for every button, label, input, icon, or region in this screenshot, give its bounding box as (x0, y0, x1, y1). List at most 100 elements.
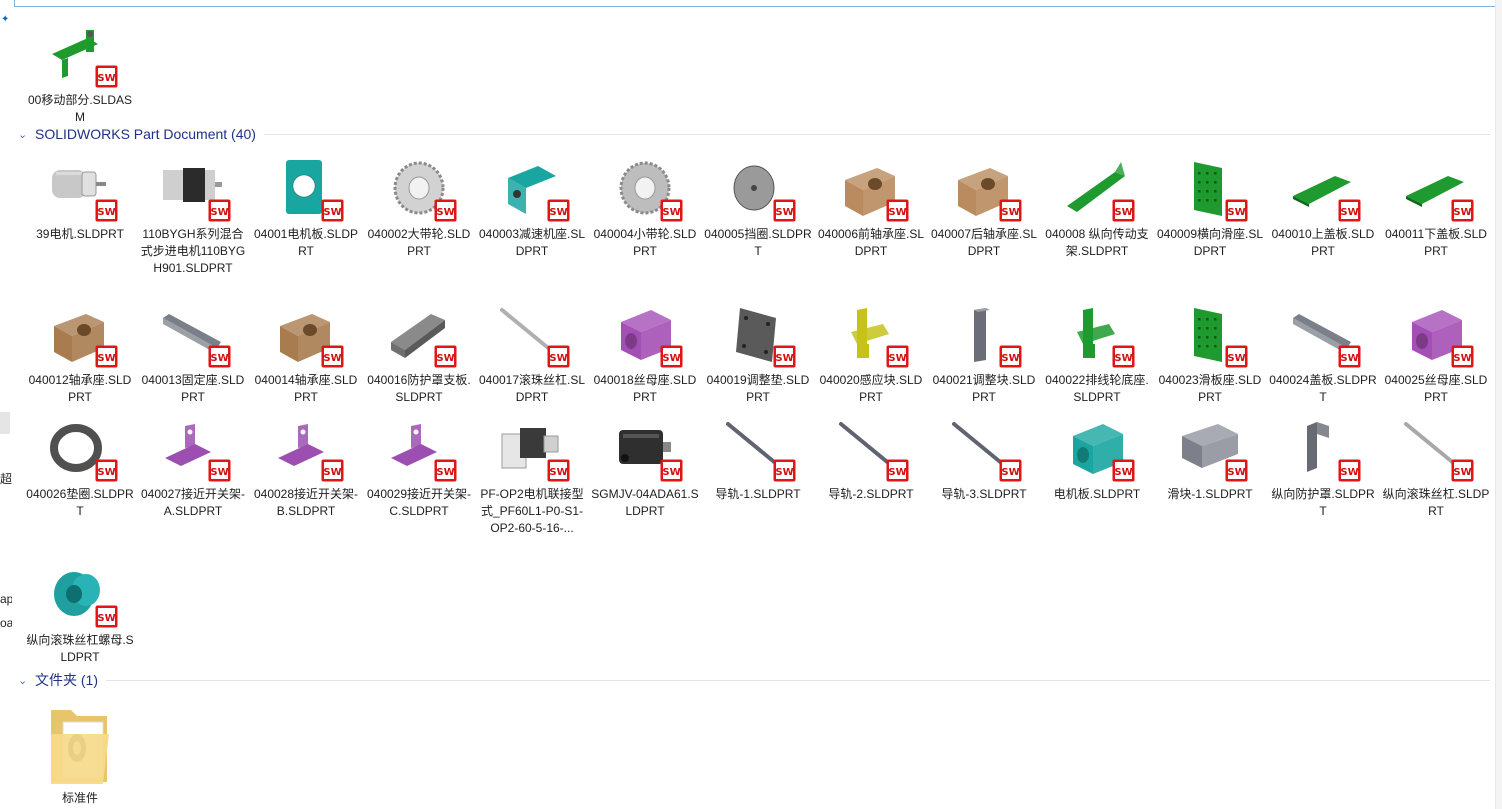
file-item-assembly[interactable]: SW 00移动部分.SLDASM (24, 22, 136, 126)
file-item[interactable]: SW 040018丝母座.SLDPRT (589, 302, 701, 406)
nav-item-fragment[interactable]: ap (0, 592, 12, 606)
divider (106, 679, 1490, 681)
file-item[interactable]: SW 040021调整块.SLDPRT (928, 302, 1040, 406)
solidworks-file-icon: SW (660, 199, 683, 222)
vertical-scrollbar[interactable] (1495, 0, 1502, 809)
chevron-down-icon[interactable]: ⌄ (18, 128, 32, 141)
file-name: PF-OP2电机联接型式_PF60L1-P0-S1-OP2-60-5-16-..… (480, 487, 584, 535)
solidworks-file-icon: SW (999, 199, 1022, 222)
file-item[interactable]: SW 040022排线轮底座.SLDPRT (1041, 302, 1153, 406)
solidworks-file-icon: SW (321, 199, 344, 222)
file-item[interactable]: SW 导轨-2.SLDPRT (815, 416, 927, 503)
file-name: 040006前轴承座.SLDPRT (817, 227, 925, 258)
file-name: 040026垫圈.SLDPRT (26, 487, 134, 518)
file-item[interactable]: SW 滑块-1.SLDPRT (1154, 416, 1266, 503)
file-item[interactable]: SW 110BYGH系列混合式步进电机110BYGH901.SLDPRT (137, 156, 249, 277)
file-item[interactable]: SW 040007后轴承座.SLDPRT (928, 156, 1040, 260)
svg-text:SW: SW (1453, 207, 1471, 218)
file-item[interactable]: SW 纵向滚珠丝杠.SLDPRT (1380, 416, 1492, 520)
svg-text:SW: SW (97, 353, 115, 364)
file-thumbnail: SW (371, 416, 467, 482)
file-item[interactable]: SW 040025丝母座.SLDPRT (1380, 302, 1492, 406)
file-item[interactable]: SW 040008 纵向传动支架.SLDPRT (1041, 156, 1153, 260)
svg-text:SW: SW (323, 467, 341, 478)
file-item[interactable]: SW 040028接近开关架-B.SLDPRT (250, 416, 362, 520)
svg-text:SW: SW (436, 467, 454, 478)
file-item[interactable]: SW 040013固定座.SLDPRT (137, 302, 249, 406)
file-item[interactable]: SW 040011下盖板.SLDPRT (1380, 156, 1492, 260)
file-item[interactable]: SW SGMJV-04ADA61.SLDPRT (589, 416, 701, 520)
solidworks-file-icon: SW (1112, 459, 1135, 482)
svg-text:SW: SW (888, 467, 906, 478)
solidworks-file-icon: SW (999, 459, 1022, 482)
file-thumbnail: SW (936, 302, 1032, 368)
group-header[interactable]: ⌄ SOLIDWORKS Part Document (40) (18, 124, 1490, 144)
navigation-pane[interactable]: ✦ 超 ap oa (0, 0, 12, 809)
solidworks-file-icon: SW (886, 199, 909, 222)
file-item[interactable]: SW 39电机.SLDPRT (24, 156, 136, 243)
folder-icon (51, 710, 109, 784)
file-thumbnail: SW (145, 416, 241, 482)
file-name: 040016防护罩支板.SLDPRT (367, 373, 471, 404)
file-name: 导轨-2.SLDPRT (828, 487, 914, 501)
file-item[interactable]: SW 040029接近开关架-C.SLDPRT (363, 416, 475, 520)
file-item[interactable]: SW 040026垫圈.SLDPRT (24, 416, 136, 520)
svg-text:SW: SW (775, 353, 793, 364)
file-thumbnail: SW (1049, 156, 1145, 222)
file-item[interactable]: SW 04001电机板.SLDPRT (250, 156, 362, 260)
file-item[interactable]: SW 040019调整垫.SLDPRT (702, 302, 814, 406)
svg-text:SW: SW (1114, 467, 1132, 478)
file-item[interactable]: SW 040024盖板.SLDPRT (1267, 302, 1379, 406)
solidworks-file-icon: SW (208, 459, 231, 482)
svg-text:SW: SW (1001, 353, 1019, 364)
file-item[interactable]: SW 040006前轴承座.SLDPRT (815, 156, 927, 260)
file-name: 040029接近开关架-C.SLDPRT (366, 487, 472, 518)
file-item[interactable]: SW 040002大带轮.SLDPRT (363, 156, 475, 260)
file-thumbnail: SW (484, 302, 580, 368)
svg-text:SW: SW (97, 613, 115, 624)
file-item[interactable]: SW 040004小带轮.SLDPRT (589, 156, 701, 260)
file-item[interactable]: SW 040009横向滑座.SLDPRT (1154, 156, 1266, 260)
file-item[interactable]: SW 纵向滚珠丝杠螺母.SLDPRT (24, 562, 136, 666)
file-item[interactable]: SW 040017滚珠丝杠.SLDPRT (476, 302, 588, 406)
file-name: 040011下盖板.SLDPRT (1385, 227, 1487, 258)
group-title: SOLIDWORKS Part Document (40) (35, 126, 256, 142)
svg-text:SW: SW (549, 207, 567, 218)
file-item[interactable]: SW 导轨-3.SLDPRT (928, 416, 1040, 503)
file-item[interactable]: SW 040005挡圈.SLDPRT (702, 156, 814, 260)
nav-item-fragment[interactable]: oa (0, 616, 12, 630)
file-item[interactable]: SW 导轨-1.SLDPRT (702, 416, 814, 503)
svg-text:SW: SW (97, 73, 115, 84)
file-thumbnail: SW (1162, 156, 1258, 222)
chevron-down-icon[interactable]: ⌄ (18, 674, 32, 687)
file-item[interactable]: SW 040027接近开关架-A.SLDPRT (137, 416, 249, 520)
file-item[interactable]: SW 040020感应块.SLDPRT (815, 302, 927, 406)
file-item[interactable]: SW 040016防护罩支板.SLDPRT (363, 302, 475, 406)
file-item[interactable]: SW PF-OP2电机联接型式_PF60L1-P0-S1-OP2-60-5-16-… (476, 416, 588, 537)
file-item[interactable]: SW 纵向防护罩.SLDPRT (1267, 416, 1379, 520)
folder-item[interactable]: 标准件 (24, 704, 136, 807)
group-header[interactable]: ⌄ 文件夹 (1) (18, 670, 1490, 690)
file-thumbnail: SW (1275, 156, 1371, 222)
file-name: 040014轴承座.SLDPRT (254, 373, 358, 404)
svg-text:SW: SW (97, 207, 115, 218)
nav-item-fragment[interactable]: 超 (0, 470, 12, 487)
file-name: 040010上盖板.SLDPRT (1271, 227, 1375, 258)
svg-text:SW: SW (210, 353, 228, 364)
svg-text:SW: SW (210, 467, 228, 478)
file-item[interactable]: SW 040012轴承座.SLDPRT (24, 302, 136, 406)
file-name: 纵向防护罩.SLDPRT (1271, 487, 1375, 518)
file-item[interactable]: SW 040003减速机座.SLDPRT (476, 156, 588, 260)
file-item[interactable]: SW 电机板.SLDPRT (1041, 416, 1153, 503)
file-item[interactable]: SW 040010上盖板.SLDPRT (1267, 156, 1379, 260)
file-item[interactable]: SW 040023滑板座.SLDPRT (1154, 302, 1266, 406)
file-name: 040022排线轮底座.SLDPRT (1045, 373, 1149, 404)
svg-text:SW: SW (549, 467, 567, 478)
nav-selected-item[interactable] (0, 412, 10, 434)
file-thumbnail: SW (145, 302, 241, 368)
address-bar-edge[interactable] (14, 0, 1496, 7)
solidworks-file-icon: SW (547, 345, 570, 368)
file-item[interactable]: SW 040014轴承座.SLDPRT (250, 302, 362, 406)
file-thumbnail: SW (823, 156, 919, 222)
file-name: SGMJV-04ADA61.SLDPRT (591, 487, 699, 518)
